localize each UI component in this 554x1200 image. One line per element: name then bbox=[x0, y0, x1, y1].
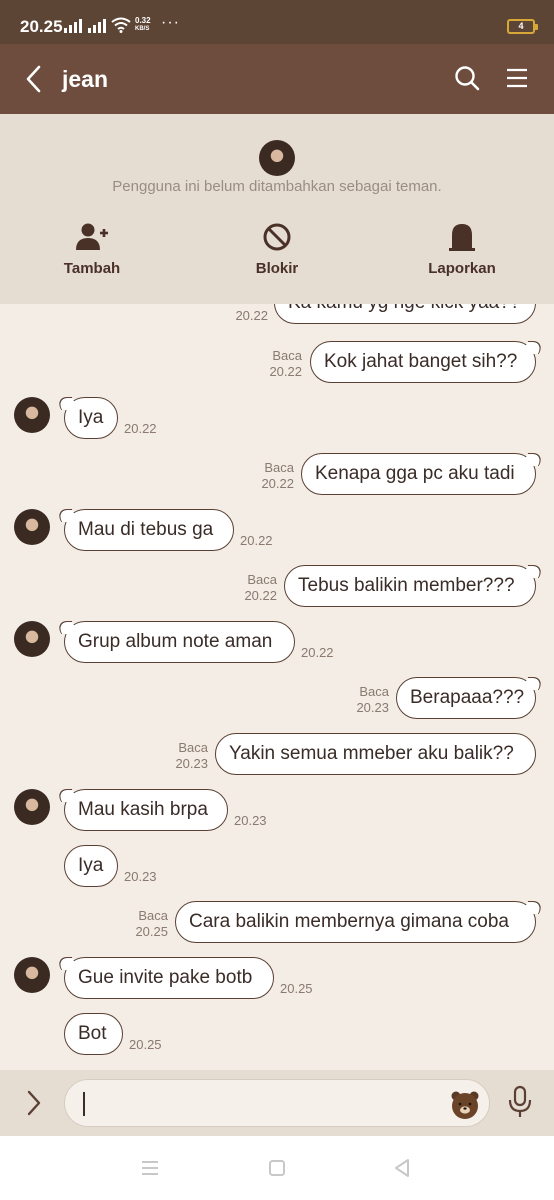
message-bubble[interactable]: Iya bbox=[64, 397, 118, 439]
recent-apps-icon[interactable] bbox=[140, 1158, 160, 1178]
system-navigation-bar bbox=[0, 1136, 554, 1200]
avatar[interactable] bbox=[14, 957, 50, 993]
report-button[interactable]: Laporkan bbox=[402, 222, 522, 277]
message-bubble[interactable]: Grup album note aman bbox=[64, 621, 295, 663]
avatar[interactable] bbox=[259, 140, 295, 176]
signal-icon bbox=[64, 19, 82, 33]
message-meta: Baca 20.22 bbox=[269, 348, 302, 379]
avatar[interactable] bbox=[14, 397, 50, 433]
signal-icon bbox=[88, 19, 106, 33]
message-time: 20.25 bbox=[280, 981, 313, 996]
friend-notice-panel: Pengguna ini belum ditambahkan sebagai t… bbox=[0, 114, 554, 304]
not-friend-message: Pengguna ini belum ditambahkan sebagai t… bbox=[112, 178, 442, 195]
home-icon[interactable] bbox=[267, 1158, 287, 1178]
message-bubble[interactable]: Cara balikin membernya gimana coba bbox=[175, 901, 536, 943]
message-bubble[interactable]: Mau kasih brpa bbox=[64, 789, 228, 831]
search-icon[interactable] bbox=[453, 64, 481, 92]
message-bubble[interactable]: Kenapa gga pc aku tadi bbox=[301, 453, 536, 495]
chevron-right-icon[interactable] bbox=[24, 1089, 44, 1117]
network-speed: 0.32 KB/S bbox=[135, 16, 151, 33]
back-arrow-icon[interactable] bbox=[22, 64, 48, 94]
add-friend-label: Tambah bbox=[63, 260, 121, 277]
message-bubble[interactable]: Iya bbox=[64, 845, 118, 887]
microphone-icon[interactable] bbox=[507, 1085, 533, 1119]
menu-icon[interactable] bbox=[505, 66, 529, 90]
message-time: 20.23 bbox=[124, 869, 157, 884]
message-time: 20.22 bbox=[240, 533, 273, 548]
avatar[interactable] bbox=[14, 509, 50, 545]
message-time: 20.25 bbox=[129, 1037, 162, 1052]
report-label: Laporkan bbox=[428, 260, 496, 277]
message-meta: 20.22 bbox=[235, 308, 268, 323]
report-icon bbox=[449, 224, 475, 251]
avatar[interactable] bbox=[14, 789, 50, 825]
chat-title: jean bbox=[62, 66, 109, 92]
message-input[interactable] bbox=[64, 1079, 490, 1127]
avatar[interactable] bbox=[14, 621, 50, 657]
message-bubble[interactable]: Tebus balikin member??? bbox=[284, 565, 536, 607]
more-notifications: ··· bbox=[161, 14, 180, 31]
message-bubble[interactable]: Gue invite pake botb bbox=[64, 957, 274, 999]
status-bar: 20.25 0.32 KB/S ··· 4 bbox=[0, 0, 554, 44]
block-icon bbox=[263, 223, 291, 251]
message-time: 20.22 bbox=[301, 645, 334, 660]
message-bubble[interactable]: Mau di tebus ga bbox=[64, 509, 234, 551]
add-friend-button[interactable]: Tambah bbox=[32, 222, 152, 277]
message-input-bar bbox=[0, 1070, 554, 1136]
message-bubble[interactable]: Berapaaa??? bbox=[396, 677, 536, 719]
message-bubble[interactable]: Ka kamu yg nge kick yaa?? bbox=[274, 304, 536, 324]
chat-header: jean bbox=[0, 44, 554, 114]
sticker-icon[interactable] bbox=[449, 1088, 481, 1120]
message-meta: Baca 20.23 bbox=[175, 740, 208, 771]
message-bubble[interactable]: Kok jahat banget sih?? bbox=[310, 341, 536, 383]
status-time: 20.25 bbox=[20, 17, 63, 36]
message-bubble[interactable]: Yakin semua mmeber aku balik?? bbox=[215, 733, 536, 775]
add-user-icon bbox=[76, 223, 108, 250]
message-time: 20.22 bbox=[124, 421, 157, 436]
back-icon[interactable] bbox=[392, 1158, 412, 1178]
block-label: Blokir bbox=[255, 260, 299, 277]
message-time: 20.23 bbox=[234, 813, 267, 828]
message-meta: Baca 20.22 bbox=[244, 572, 277, 603]
message-meta: Baca 20.22 bbox=[261, 460, 294, 491]
battery-icon: 4 bbox=[507, 19, 538, 34]
message-meta: Baca 20.25 bbox=[135, 908, 168, 939]
block-button[interactable]: Blokir bbox=[217, 222, 337, 277]
message-meta: Baca 20.23 bbox=[356, 684, 389, 715]
text-cursor bbox=[83, 1092, 85, 1116]
chat-messages[interactable]: 20.22 Ka kamu yg nge kick yaa?? Baca 20.… bbox=[0, 304, 554, 1070]
wifi-icon bbox=[111, 17, 131, 33]
message-bubble[interactable]: Bot bbox=[64, 1013, 123, 1055]
